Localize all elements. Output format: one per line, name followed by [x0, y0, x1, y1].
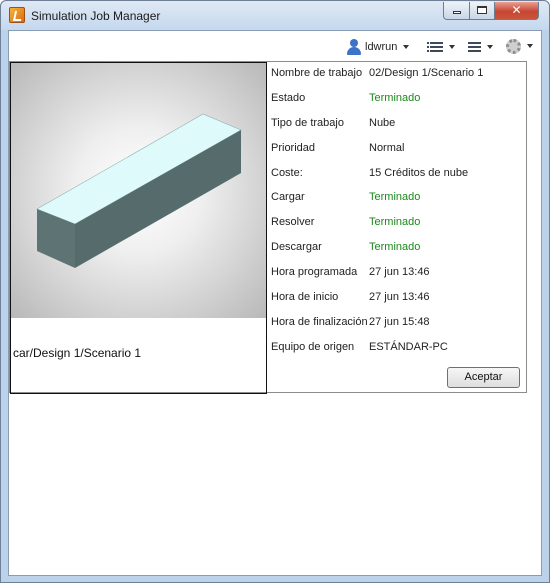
property-row: Hora de finalización 27 jun 15:48 [271, 313, 526, 338]
user-name: ldwrun [365, 41, 398, 53]
ok-button[interactable]: Aceptar [447, 367, 520, 388]
close-button[interactable]: ✕ [494, 2, 539, 20]
user-menu-button[interactable]: ldwrun [346, 38, 410, 56]
title-bar[interactable]: Simulation Job Manager ✕ [1, 1, 549, 30]
window-title: Simulation Job Manager [31, 9, 161, 23]
property-label: Hora de finalización [271, 315, 368, 328]
job-properties: Nombre de trabajo 02/Design 1/Scenario 1 E… [271, 64, 526, 363]
columns-button[interactable] [468, 40, 493, 54]
chevron-down-icon [449, 45, 455, 49]
client-area: ldwrun car/Design 1/Scenario 1 Nombre de… [8, 30, 542, 576]
property-label: Nombre de trabajo [271, 67, 363, 79]
property-label: Hora programada [271, 266, 358, 279]
maximize-icon [477, 6, 487, 14]
job-detail-panel: car/Design 1/Scenario 1 Nombre de trabaj… [9, 61, 527, 394]
property-row: Estado Terminado [271, 89, 526, 114]
toolbar: ldwrun [9, 31, 541, 61]
property-row: Coste: 15 Créditos de nube [271, 164, 526, 189]
property-value: 27 jun 15:48 [369, 315, 430, 328]
gear-icon [506, 38, 521, 54]
property-value: 15 Créditos de nube [369, 166, 469, 179]
minimize-icon [452, 11, 461, 14]
box-model-icon [36, 113, 242, 268]
user-icon [346, 39, 362, 55]
property-label: Tipo de trabajo [271, 116, 344, 129]
preview-pane: car/Design 1/Scenario 1 [10, 62, 267, 394]
list-view-icon [427, 41, 443, 53]
property-value: Terminado [369, 191, 421, 204]
property-value: ESTÁNDAR-PC [369, 340, 448, 353]
property-value: Terminado [369, 91, 421, 104]
property-value: 02/Design 1/Scenario 1 [369, 67, 484, 79]
property-label: Estado [271, 91, 306, 104]
property-value: 27 jun 13:46 [369, 291, 430, 304]
property-label: Descargar [271, 241, 322, 254]
property-row: Tipo de trabajo Nube [271, 114, 526, 139]
settings-button[interactable] [506, 38, 533, 54]
property-row: Prioridad Normal [271, 139, 526, 164]
property-label: Hora de inicio [271, 291, 339, 304]
maximize-button[interactable] [469, 2, 495, 20]
scenario-path: car/Design 1/Scenario 1 [13, 346, 142, 360]
property-label: Coste: [271, 166, 303, 179]
property-value: 27 jun 13:46 [369, 266, 430, 279]
list-view-button[interactable] [427, 40, 455, 54]
job-manager-window: Simulation Job Manager ✕ ldwrun car/Desi… [0, 0, 550, 583]
property-row: Resolver Terminado [271, 213, 526, 238]
model-thumbnail [11, 63, 266, 318]
property-value: Normal [369, 141, 405, 154]
chevron-down-icon [403, 45, 410, 49]
property-value: Nube [369, 116, 396, 129]
property-label: Cargar [271, 191, 305, 204]
close-icon: ✕ [511, 3, 522, 17]
property-row: Equipo de origen ESTÁNDAR-PC [271, 338, 526, 363]
property-row: Hora de inicio 27 jun 13:46 [271, 288, 526, 313]
columns-icon [468, 41, 481, 53]
property-row: Nombre de trabajo 02/Design 1/Scenario 1 [271, 64, 526, 89]
property-row: Cargar Terminado [271, 188, 526, 213]
property-row: Descargar Terminado [271, 238, 526, 263]
property-label: Equipo de origen [271, 340, 355, 353]
property-row: Hora programada 27 jun 13:46 [271, 263, 526, 288]
minimize-button[interactable] [443, 2, 470, 20]
property-label: Resolver [271, 216, 315, 229]
property-value: Terminado [369, 216, 421, 229]
chevron-down-icon [487, 45, 493, 49]
bottom-area [9, 551, 541, 575]
property-value: Terminado [369, 241, 421, 254]
app-logo-icon [9, 7, 25, 23]
chevron-down-icon [527, 44, 533, 48]
property-label: Prioridad [271, 141, 316, 154]
